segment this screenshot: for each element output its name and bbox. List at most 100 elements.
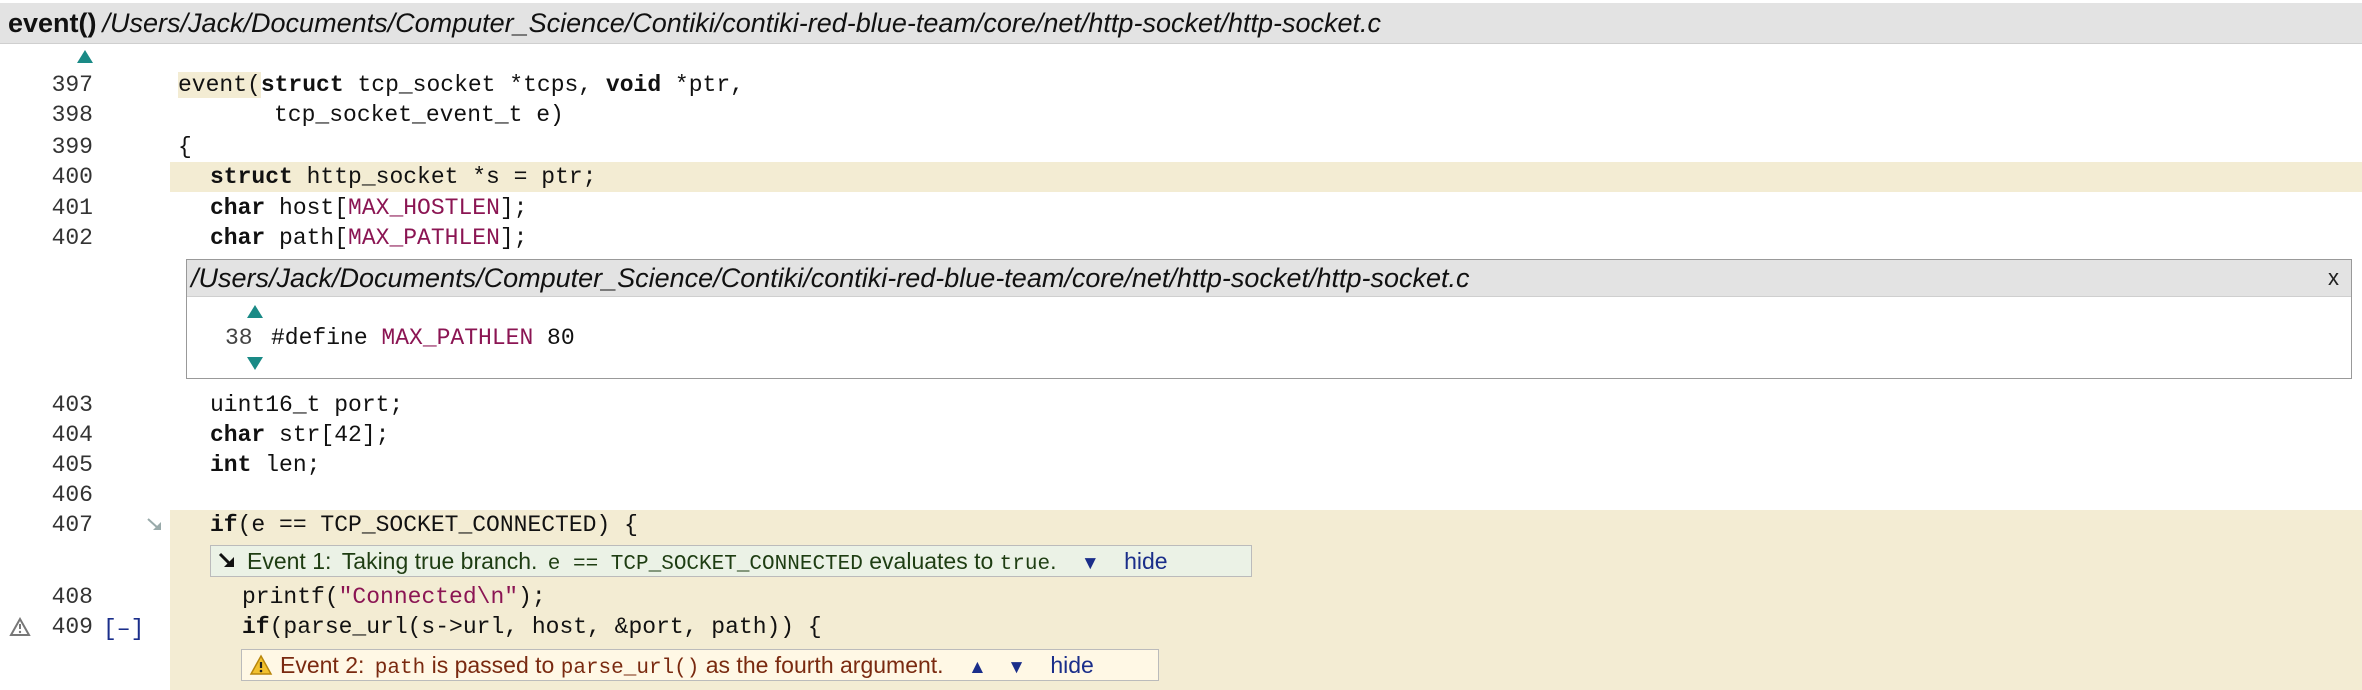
code-text: *ptr, <box>661 72 744 98</box>
code-line-event: 408 printf("Connected\n"); <box>0 582 2362 612</box>
popup-code: #define MAX_PATHLEN 80 <box>271 323 575 353</box>
line-number: 397 <box>51 72 93 98</box>
keyword: char <box>210 422 266 448</box>
line-code: { <box>178 134 192 160</box>
code-text: path[ <box>265 225 349 251</box>
event-code: true <box>999 553 1051 576</box>
hide-event-link[interactable]: hide <box>1124 548 1167 574</box>
keyword: int <box>210 452 252 478</box>
event-text: . <box>1050 548 1057 574</box>
line-code: char str[42]; <box>210 420 389 450</box>
macro-link[interactable]: MAX_PATHLEN <box>348 225 500 251</box>
event-code: path <box>374 657 426 680</box>
nav-down-icon[interactable] <box>247 357 263 370</box>
event-code: e == TCP_SOCKET_CONNECTED <box>547 553 863 576</box>
function-token: event( <box>178 72 261 98</box>
line-number: 408 <box>51 584 93 610</box>
code-text: (parse_url(s->url, host, &port, path)) { <box>269 614 822 640</box>
nav-up-icon[interactable] <box>77 50 93 63</box>
close-icon[interactable]: x <box>2328 260 2339 296</box>
code-line: 397 event(struct tcp_socket *tcps, void … <box>0 70 2362 100</box>
line-code: uint16_t port; <box>210 392 404 418</box>
keyword: char <box>210 225 266 251</box>
keyword: char <box>210 195 266 221</box>
code-line: 398 tcp_socket_event_t e) <box>0 100 2362 130</box>
definition-popup: /Users/Jack/Documents/Computer_Science/C… <box>186 259 2352 379</box>
directive: #define <box>271 325 382 351</box>
code-text: len; <box>251 452 321 478</box>
code-line: 405 int len; <box>0 450 2362 480</box>
code-line: 399 { <box>0 132 2362 162</box>
warning-icon <box>249 654 273 675</box>
popup-file-path: /Users/Jack/Documents/Computer_Science/C… <box>191 263 1470 293</box>
code-text: host[ <box>265 195 349 221</box>
code-line: 403 uint16_t port; <box>0 390 2362 420</box>
jump-arrow-icon[interactable] <box>145 516 165 534</box>
line-code: char path[MAX_PATHLEN]; <box>210 223 527 253</box>
keyword: if <box>242 614 270 640</box>
file-header: event()/Users/Jack/Documents/Computer_Sc… <box>0 3 2362 44</box>
line-number: 402 <box>51 225 93 251</box>
code-text: printf( <box>242 584 339 610</box>
line-number: 405 <box>51 452 93 478</box>
line-code: if(e == TCP_SOCKET_CONNECTED) { <box>210 510 638 540</box>
keyword: if <box>210 512 238 538</box>
prev-event-button[interactable]: ▲ <box>968 657 987 678</box>
popup-header: /Users/Jack/Documents/Computer_Science/C… <box>187 260 2351 297</box>
event-label: Event 2: <box>280 652 365 678</box>
code-line-highlighted: 400 struct http_socket *s = ptr; <box>0 162 2362 192</box>
line-code: int len; <box>210 450 320 480</box>
macro-value: 80 <box>533 325 575 351</box>
next-event-button[interactable]: ▼ <box>1081 553 1100 574</box>
line-number: 403 <box>51 392 93 418</box>
line-number: 406 <box>51 482 93 508</box>
keyword: struct <box>210 164 293 190</box>
line-code: char host[MAX_HOSTLEN]; <box>210 193 527 223</box>
event-text: evaluates to <box>869 548 994 574</box>
code-line: 402 char path[MAX_PATHLEN]; <box>0 223 2362 253</box>
line-number: 399 <box>51 134 93 160</box>
event-label: Event 1: <box>247 548 332 574</box>
code-line: 406 <box>0 480 2362 510</box>
event-text: Taking true branch. <box>341 548 538 574</box>
code-text: ]; <box>499 195 528 221</box>
string-literal: "Connected\n" <box>338 584 519 610</box>
code-text: ); <box>518 584 546 610</box>
line-number: 409 <box>51 614 93 640</box>
line-number: 404 <box>51 422 93 448</box>
event-code: parse_url() <box>560 657 700 680</box>
line-number: 407 <box>51 512 93 538</box>
line-code: tcp_socket_event_t e) <box>274 102 564 128</box>
code-line-event: 407 if(e == TCP_SOCKET_CONNECTED) { <box>0 510 2362 540</box>
code-text: str[42]; <box>265 422 390 448</box>
code-text: (e == TCP_SOCKET_CONNECTED) { <box>237 512 638 538</box>
code-text: tcp_socket *tcps, <box>343 72 606 98</box>
line-number: 400 <box>51 164 93 190</box>
code-line: 401 char host[MAX_HOSTLEN]; <box>0 193 2362 223</box>
code-text: http_socket *s = ptr; <box>292 164 597 190</box>
line-code: if(parse_url(s->url, host, &port, path))… <box>242 612 822 642</box>
line-number: 401 <box>51 195 93 221</box>
macro-link[interactable]: MAX_HOSTLEN <box>348 195 500 221</box>
event-1-annotation: Event 1: Taking true branch. e == TCP_SO… <box>210 545 1252 577</box>
macro-name: MAX_PATHLEN <box>381 325 534 351</box>
file-path: /Users/Jack/Documents/Computer_Science/C… <box>102 8 1382 38</box>
keyword: void <box>605 72 662 98</box>
keyword: struct <box>260 72 344 98</box>
function-name: event() <box>8 8 97 38</box>
nav-up-icon[interactable] <box>247 305 263 318</box>
event-2-annotation: Event 2: path is passed to parse_url() a… <box>241 649 1159 681</box>
hide-event-link[interactable]: hide <box>1050 652 1093 678</box>
code-text: ]; <box>499 225 528 251</box>
popup-line-number: 38 <box>225 325 253 351</box>
line-code: event(struct tcp_socket *tcps, void *ptr… <box>178 70 744 100</box>
line-number: 398 <box>51 102 93 128</box>
fold-toggle-button[interactable]: [–] <box>103 614 144 644</box>
line-code: struct http_socket *s = ptr; <box>210 162 596 192</box>
event-text: is passed to <box>431 652 555 678</box>
code-line: 404 char str[42]; <box>0 420 2362 450</box>
next-event-button[interactable]: ▼ <box>1007 657 1026 678</box>
event-text: as the fourth argument. <box>705 652 944 678</box>
jump-arrow-icon[interactable] <box>217 551 237 571</box>
line-code: printf("Connected\n"); <box>242 582 546 612</box>
